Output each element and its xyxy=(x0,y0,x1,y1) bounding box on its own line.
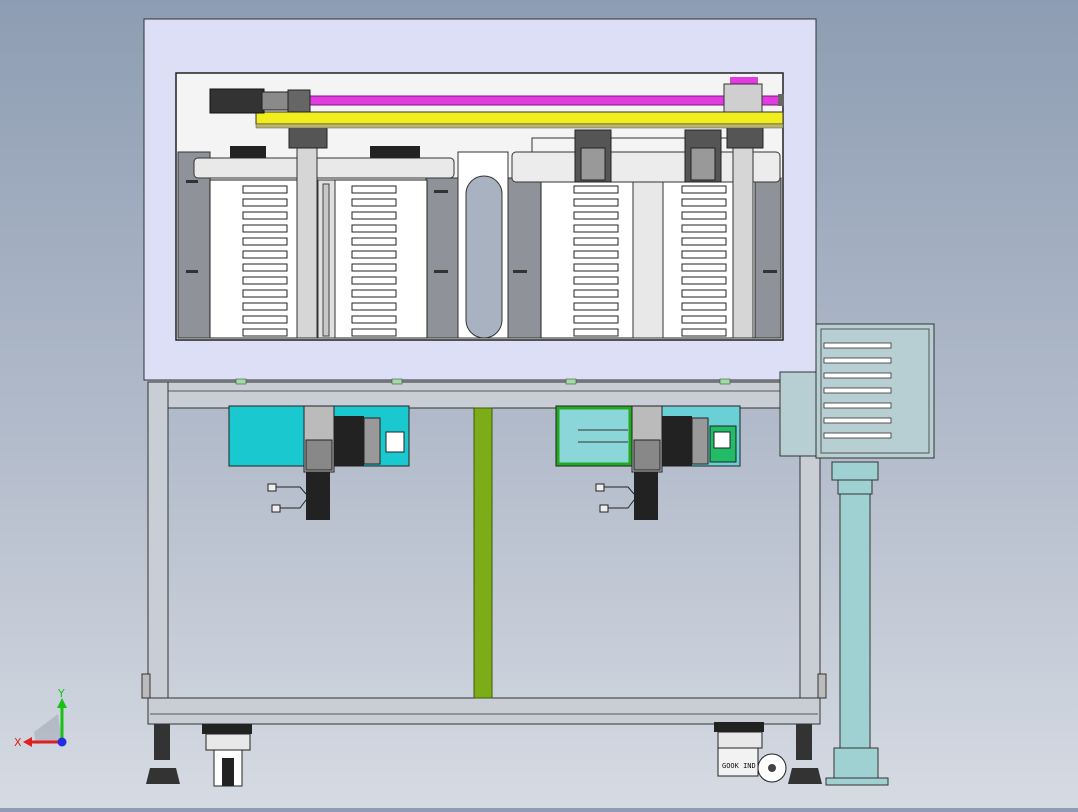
yellow-rail xyxy=(255,111,784,125)
frame-top-beam xyxy=(147,381,821,409)
right-leveling-foot xyxy=(788,724,822,784)
left-side-plate xyxy=(177,151,211,339)
magenta-ball-screw xyxy=(309,95,781,106)
left-drive-unit xyxy=(228,405,410,520)
left-crossbar xyxy=(193,157,455,179)
tray-stack-3 xyxy=(540,179,634,339)
z-axis-icon xyxy=(57,737,67,747)
cad-model-drawing: GOOK IND xyxy=(141,18,935,787)
cad-viewport[interactable]: GOOK IND xyxy=(0,0,1078,808)
center-slot xyxy=(465,175,503,339)
right-lift-shaft xyxy=(732,137,754,339)
frame-left-leg xyxy=(147,381,169,725)
right-caster: GOOK IND xyxy=(714,722,787,783)
screw-end-block xyxy=(723,83,763,113)
left-leveling-foot xyxy=(146,724,180,784)
coordinate-triad: Y X xyxy=(12,684,76,754)
center-right-plate xyxy=(504,177,542,339)
tray-stack-2 xyxy=(334,179,428,339)
right-drive-unit xyxy=(555,405,741,520)
servo-motor xyxy=(209,88,265,114)
tray-stack-1 xyxy=(209,179,301,339)
center-left-plate xyxy=(425,177,459,339)
support-column xyxy=(825,461,889,786)
right-side-plate xyxy=(754,177,782,339)
frame-bottom-beam xyxy=(147,697,821,725)
center-green-post xyxy=(473,407,493,699)
triad-x-label: X xyxy=(14,736,22,749)
left-caster xyxy=(202,724,252,787)
left-lift-shaft xyxy=(296,137,318,339)
triad-y-label: Y xyxy=(57,687,65,700)
caster-brand-label: GOOK IND xyxy=(722,762,756,770)
